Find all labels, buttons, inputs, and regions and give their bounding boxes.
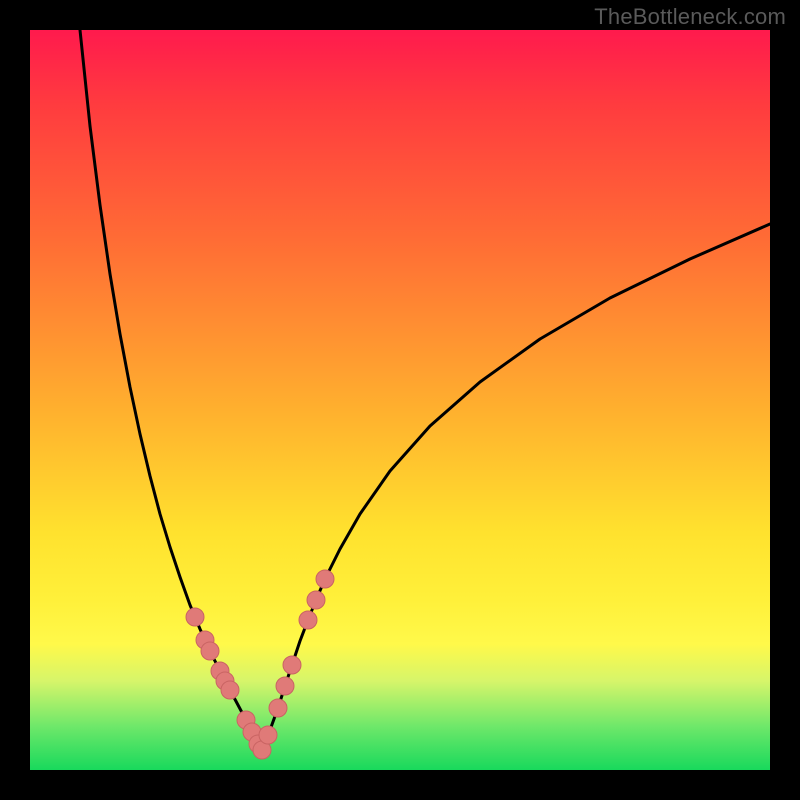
marker-point xyxy=(269,699,287,717)
curve-left-curve xyxy=(80,30,262,750)
marker-point xyxy=(307,591,325,609)
watermark-text: TheBottleneck.com xyxy=(594,4,786,30)
marker-point xyxy=(299,611,317,629)
curve-right-curve xyxy=(262,224,770,750)
curve-overlay xyxy=(30,30,770,770)
curve-group xyxy=(80,30,770,750)
marker-point xyxy=(276,677,294,695)
marker-point xyxy=(283,656,301,674)
marker-group xyxy=(186,570,334,759)
marker-point xyxy=(316,570,334,588)
marker-point xyxy=(201,642,219,660)
marker-point xyxy=(259,726,277,744)
marker-point xyxy=(221,681,239,699)
marker-point xyxy=(186,608,204,626)
